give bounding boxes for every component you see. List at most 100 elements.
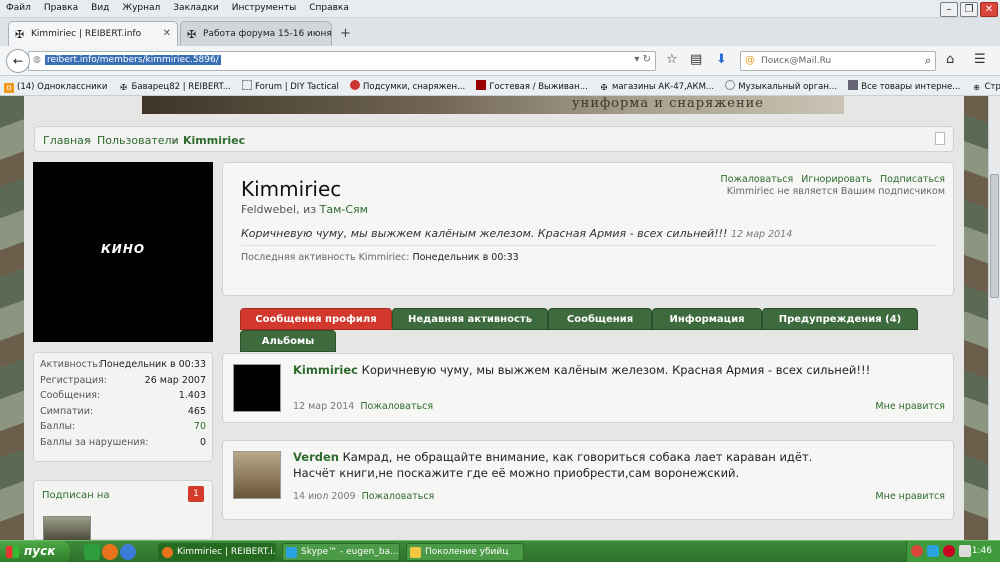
post-date: 14 июл 2009 (293, 491, 356, 502)
browser-tab-active[interactable]: ✠ Kimmiriec | REIBERT.info ✕ (8, 21, 178, 46)
home-icon[interactable]: ⌂ (946, 52, 954, 67)
new-tab-button[interactable]: + (340, 26, 351, 41)
menu-help[interactable]: Справка (303, 0, 349, 13)
post-meta: 12 мар 2014 Пожаловаться (293, 401, 433, 412)
ignore-link[interactable]: Игнорировать (801, 174, 872, 185)
bookmark-item[interactable]: о (14) Одноклассники (4, 82, 107, 93)
scrollbar-thumb[interactable] (990, 174, 999, 298)
post-report-link[interactable]: Пожаловаться (362, 491, 435, 502)
reload-icon[interactable]: ▾ ↻ (634, 54, 651, 65)
page-icon (242, 80, 253, 90)
url-bar[interactable]: ◍ reibert.info/members/kimmiriec.5896/ ▾… (28, 51, 656, 71)
search-icon[interactable]: ⌕ (925, 54, 931, 68)
antivirus-icon[interactable] (943, 545, 955, 557)
avatar[interactable]: КИНО (33, 162, 213, 342)
menu-bookmarks[interactable]: Закладки (167, 0, 219, 13)
banner-text: униформа и снаряжение (572, 96, 764, 111)
menu-file[interactable]: Файл (0, 0, 31, 13)
profile-post: Kimmiriec Коричневую чуму, мы выжжем кал… (222, 353, 954, 423)
report-link[interactable]: Пожаловаться (721, 174, 794, 185)
bookmark-item[interactable]: ⊕Страйкбольное ору... (972, 82, 1000, 93)
tab-recent-activity[interactable]: Недавняя активность (392, 308, 548, 330)
tab-postings[interactable]: Сообщения (548, 308, 652, 330)
ie-icon[interactable] (120, 544, 136, 560)
browser-tab[interactable]: ✠ Работа форума 15-16 июня ... (180, 21, 332, 46)
subscriptions-label[interactable]: Подписан на (42, 490, 110, 501)
member-stats: Активность: Понедельник в 00:33 Регистрац… (33, 352, 213, 462)
site-favicon-icon: ✠ (187, 28, 197, 41)
minimize-button[interactable]: – (940, 2, 958, 17)
bookmark-item[interactable]: ✠ Баварец82 | REIBERT... (119, 82, 231, 93)
taskbar-item-skype[interactable]: Skype™ - eugen_ba... (282, 543, 400, 561)
tray-icon[interactable] (911, 545, 923, 557)
subscriptions-block: Подписан на 1 (33, 480, 213, 540)
tab-warnings[interactable]: Предупреждения (4) (762, 308, 918, 330)
reader-icon[interactable]: ▤ (690, 52, 702, 67)
post-author[interactable]: Verden (293, 450, 339, 464)
store-icon (848, 80, 859, 90)
profile-username: Kimmiriec (241, 177, 342, 201)
skype-icon (286, 547, 297, 558)
start-button[interactable]: пуск (0, 541, 70, 562)
like-link[interactable]: Мне нравится (875, 491, 945, 502)
like-link[interactable]: Мне нравится (875, 401, 945, 412)
url-text[interactable]: reibert.info/members/kimmiriec.5896/ (45, 55, 221, 65)
tab-albums[interactable]: Альбомы (240, 330, 336, 352)
window-controls: – ❐ ✕ (940, 2, 998, 18)
profile-location[interactable]: Там-Сям (320, 203, 368, 216)
close-tab-icon[interactable]: ✕ (163, 28, 171, 39)
bookmark-item[interactable]: Все товары интерне... (848, 80, 960, 92)
search-input[interactable]: Поиск@Mail.Ru (761, 56, 831, 66)
mailru-icon: @ (745, 55, 755, 66)
post-text-line2: Насчёт книги,не поскажите где её можно п… (293, 466, 740, 480)
post-text: Камрад, не обращайте внимание, как говор… (342, 450, 813, 464)
menu-history[interactable]: Журнал (116, 0, 160, 13)
tab-title: Kimmiriec | REIBERT.info (31, 29, 142, 39)
bookmark-item[interactable]: Подсумки, снаряжен... (350, 80, 465, 92)
tab-bar: ✠ Kimmiriec | REIBERT.info ✕ ✠ Работа фо… (0, 18, 1000, 46)
menu-icon[interactable]: ☰ (974, 52, 986, 67)
menu-tools[interactable]: Инструменты (226, 0, 296, 13)
bookmark-item[interactable]: ✠ магазины АК-47,АКМ... (599, 82, 714, 93)
close-window-button[interactable]: ✕ (980, 2, 998, 17)
firefox-icon[interactable] (102, 544, 118, 560)
menu-edit[interactable]: Правка (38, 0, 78, 13)
profile-status: Коричневую чуму, мы выжжем калёным желез… (241, 227, 793, 240)
stat-row: Симпатии: 465 (40, 405, 206, 417)
taskbar-item-firefox[interactable]: Kimmiriec | REIBERT.i... (158, 543, 276, 561)
restore-button[interactable]: ❐ (960, 2, 978, 17)
breadcrumb-home[interactable]: Главная (43, 134, 91, 147)
tab-profile-posts[interactable]: Сообщения профиля (240, 308, 392, 330)
subscribe-link[interactable]: Подписаться (880, 174, 945, 185)
post-body: Kimmiriec Коричневую чуму, мы выжжем кал… (293, 363, 870, 377)
breadcrumb-users[interactable]: Пользователи (97, 134, 179, 147)
post-avatar[interactable] (233, 451, 281, 499)
stat-row: Регистрация: 26 мар 2007 (40, 374, 206, 386)
post-author[interactable]: Kimmiriec (293, 363, 358, 377)
taskbar-item-folder[interactable]: Поколение убийц (406, 543, 524, 561)
profile-actions: Пожаловаться Игнорировать Подписаться (713, 174, 945, 185)
download-icon[interactable]: ⬇ (716, 52, 727, 67)
search-bar[interactable]: @ Поиск@Mail.Ru ⌕ (740, 51, 936, 71)
post-avatar[interactable] (233, 364, 281, 412)
profile-card: Kimmiriec Feldwebel, из Там-Сям Коричнев… (222, 162, 954, 296)
volume-icon[interactable] (959, 545, 971, 557)
stat-row: Активность: Понедельник в 00:33 (40, 359, 206, 370)
subscription-avatar[interactable] (43, 516, 91, 540)
star-icon[interactable]: ☆ (666, 52, 678, 67)
bookmark-item[interactable]: Гостевая / Выживан... (476, 80, 588, 92)
tab-title: Работа форума 15-16 июня ... (203, 29, 332, 39)
vertical-scrollbar[interactable] (988, 96, 1000, 540)
bookmark-item[interactable]: Музыкальный орган... (725, 80, 837, 92)
quicklaunch-icon[interactable] (84, 544, 100, 560)
breadcrumb-current[interactable]: Kimmiriec (183, 134, 245, 147)
post-report-link[interactable]: Пожаловаться (360, 401, 433, 412)
back-button[interactable]: ← (6, 49, 30, 73)
bookmark-item[interactable]: Forum | DIY Tactical (242, 80, 339, 92)
page-content: униформа и снаряжение Главная » Пользова… (24, 96, 964, 540)
post-text: Коричневую чуму, мы выжжем калёным желез… (361, 363, 871, 377)
tab-information[interactable]: Информация (652, 308, 762, 330)
menu-view[interactable]: Вид (85, 0, 109, 13)
skype-tray-icon[interactable] (927, 545, 939, 557)
subscriptions-count-badge: 1 (188, 486, 204, 502)
